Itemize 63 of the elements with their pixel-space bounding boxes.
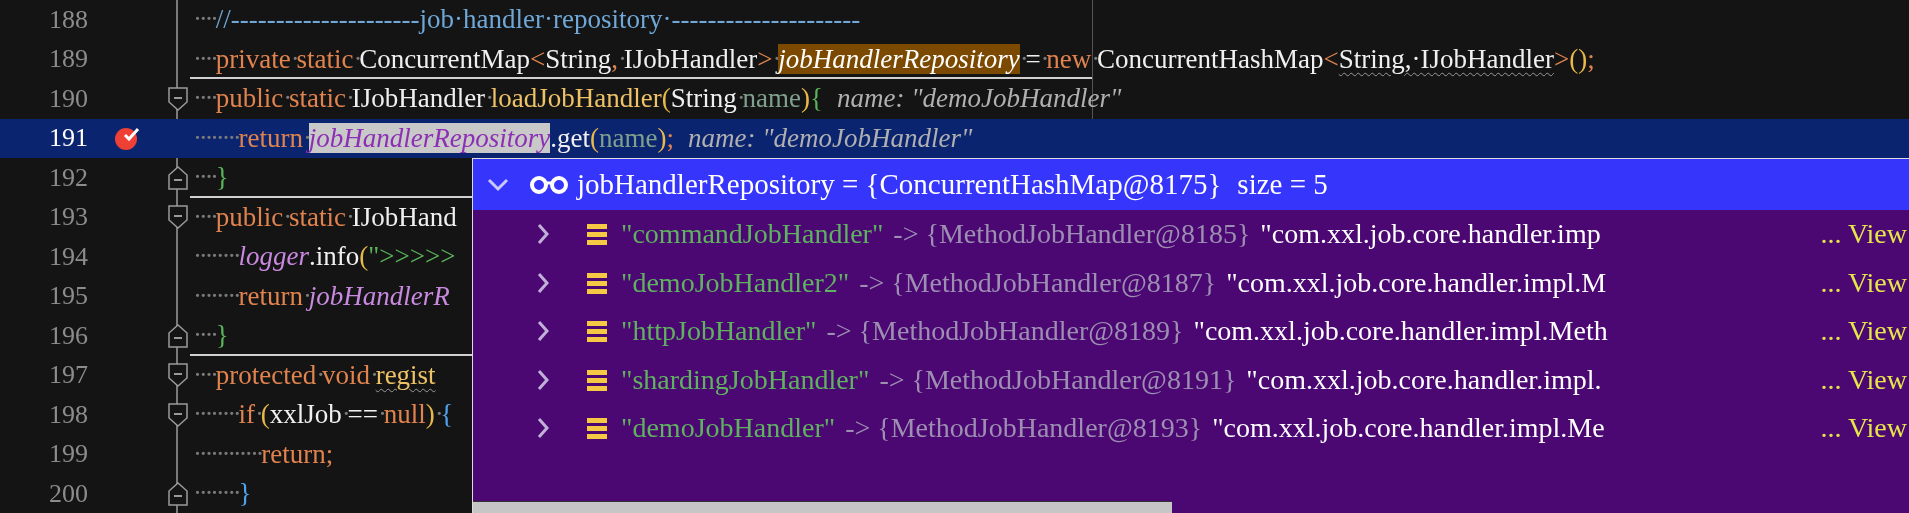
line-number: 189 bbox=[48, 44, 88, 75]
code-line: ····public·static·IJobHand bbox=[193, 201, 457, 233]
entry-value: -> {MethodJobHandler@8187} bbox=[859, 266, 1217, 299]
entry-value: -> {MethodJobHandler@8185} bbox=[893, 218, 1251, 251]
code-line: ····protected·void·regist bbox=[193, 359, 436, 391]
code-line: ····public·static·IJobHandler·loadJobHandler(String·name){ bbox=[193, 83, 823, 115]
entry-key: "httpJobHandler" bbox=[621, 315, 817, 348]
fold-marker-icon[interactable] bbox=[168, 165, 188, 190]
scrollbar[interactable] bbox=[473, 501, 1172, 513]
code-line: ········if·(xxlJob·==·null)·{ bbox=[193, 399, 454, 431]
view-link[interactable]: ... View bbox=[1820, 363, 1909, 396]
fold-marker-icon[interactable] bbox=[168, 205, 188, 230]
size-label: size = 5 bbox=[1237, 168, 1328, 201]
line-number: 190 bbox=[48, 83, 88, 114]
view-link[interactable]: ... View bbox=[1820, 266, 1909, 299]
view-link[interactable]: ... View bbox=[1820, 315, 1909, 348]
entry-preview: "com.xxl.job.core.handler.impl. bbox=[1246, 363, 1602, 396]
line-number: 192 bbox=[48, 162, 88, 193]
code-line: ····} bbox=[193, 320, 229, 352]
entry-value: -> {MethodJobHandler@8191} bbox=[879, 363, 1237, 396]
entry-value: -> {MethodJobHandler@8189} bbox=[826, 315, 1184, 348]
entry-preview: "com.xxl.job.core.handler.impl.Me bbox=[1212, 412, 1605, 445]
list-icon bbox=[585, 367, 609, 392]
line-number: 195 bbox=[48, 281, 88, 312]
fold-marker-icon[interactable] bbox=[168, 323, 188, 348]
entry-key: "demoJobHandler2" bbox=[621, 266, 850, 299]
entry-key: "shardingJobHandler" bbox=[621, 363, 870, 396]
line-number: 188 bbox=[48, 4, 88, 35]
inlay-hint: name: "demoJobHandler" bbox=[687, 122, 973, 154]
fold-marker-icon[interactable] bbox=[168, 86, 188, 111]
line-number: 199 bbox=[48, 439, 88, 470]
code-line: ············return; bbox=[193, 438, 334, 470]
line-number: 200 bbox=[48, 478, 88, 509]
entry-preview: "com.xxl.job.core.handler.imp bbox=[1260, 218, 1601, 251]
list-icon bbox=[585, 416, 609, 441]
line-number: 197 bbox=[48, 360, 88, 391]
inlay-hint: name: "demoJobHandler" bbox=[836, 83, 1122, 115]
entry-key: "demoJobHandler" bbox=[621, 412, 836, 445]
line-number: 196 bbox=[48, 320, 88, 351]
line-number: 194 bbox=[48, 241, 88, 272]
view-link[interactable]: ... View bbox=[1820, 412, 1909, 445]
fold-marker-icon[interactable] bbox=[168, 402, 188, 427]
code-line: ········logger.info(">>>>> bbox=[193, 241, 456, 273]
line-number: 198 bbox=[48, 399, 88, 430]
list-icon bbox=[585, 270, 609, 295]
code-line: ········return·jobHandlerR bbox=[193, 280, 450, 312]
fold-marker-icon[interactable] bbox=[168, 481, 188, 506]
code-line: ········} bbox=[193, 478, 252, 510]
line-number: 193 bbox=[48, 202, 88, 233]
code-line: ····//---------------------job·handler·repository·--------------------- bbox=[193, 4, 861, 36]
entry-preview: "com.xxl.job.core.handler.impl.Meth bbox=[1193, 315, 1608, 348]
line-number: 191 bbox=[48, 123, 88, 154]
fold-marker-icon[interactable] bbox=[168, 363, 188, 388]
entry-value: -> {MethodJobHandler@8193} bbox=[845, 412, 1203, 445]
view-link[interactable]: ... View bbox=[1820, 218, 1909, 251]
breakpoint-icon[interactable] bbox=[114, 125, 140, 152]
list-icon bbox=[585, 319, 609, 344]
code-line: ····} bbox=[193, 162, 229, 194]
variable-name: jobHandlerRepository = {ConcurrentHashMap@8175} bbox=[577, 168, 1222, 201]
entry-preview: "com.xxl.job.core.handler.impl.M bbox=[1226, 266, 1607, 299]
glasses-icon bbox=[529, 174, 569, 195]
entry-key: "commandJobHandler" bbox=[621, 218, 884, 251]
list-icon bbox=[585, 222, 609, 247]
